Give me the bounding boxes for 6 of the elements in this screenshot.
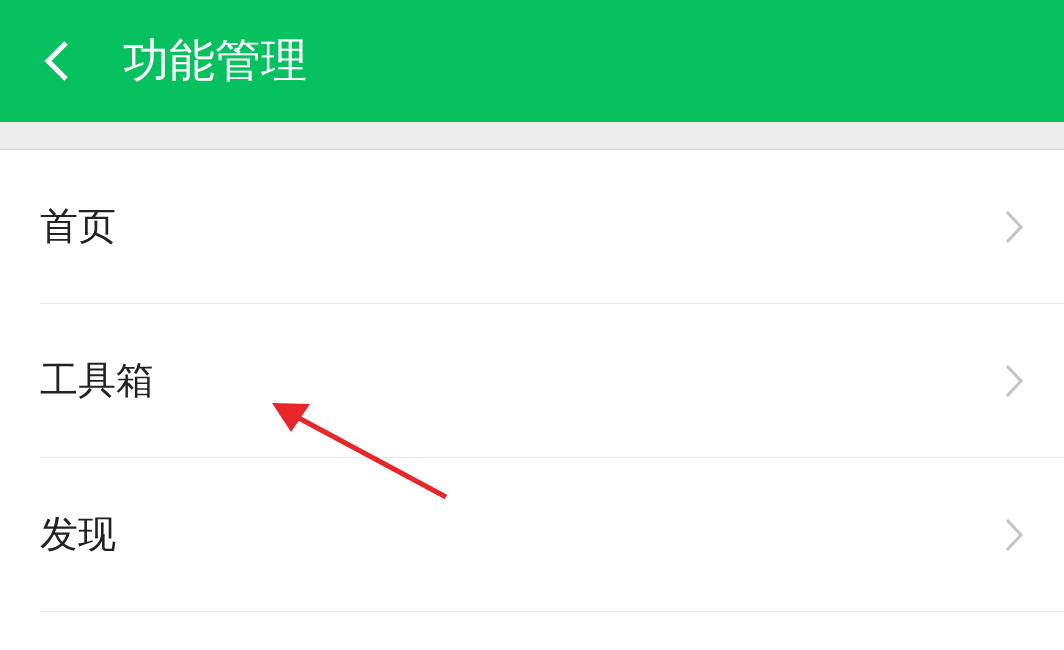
menu-item[interactable]: 首页 [40,150,1064,304]
chevron-icon [1004,208,1024,245]
chevron-icon [1004,362,1024,399]
chevron-icon [1004,516,1024,553]
page-title: 功能管理 [123,32,307,89]
menu-item[interactable]: 发现 [40,458,1064,612]
